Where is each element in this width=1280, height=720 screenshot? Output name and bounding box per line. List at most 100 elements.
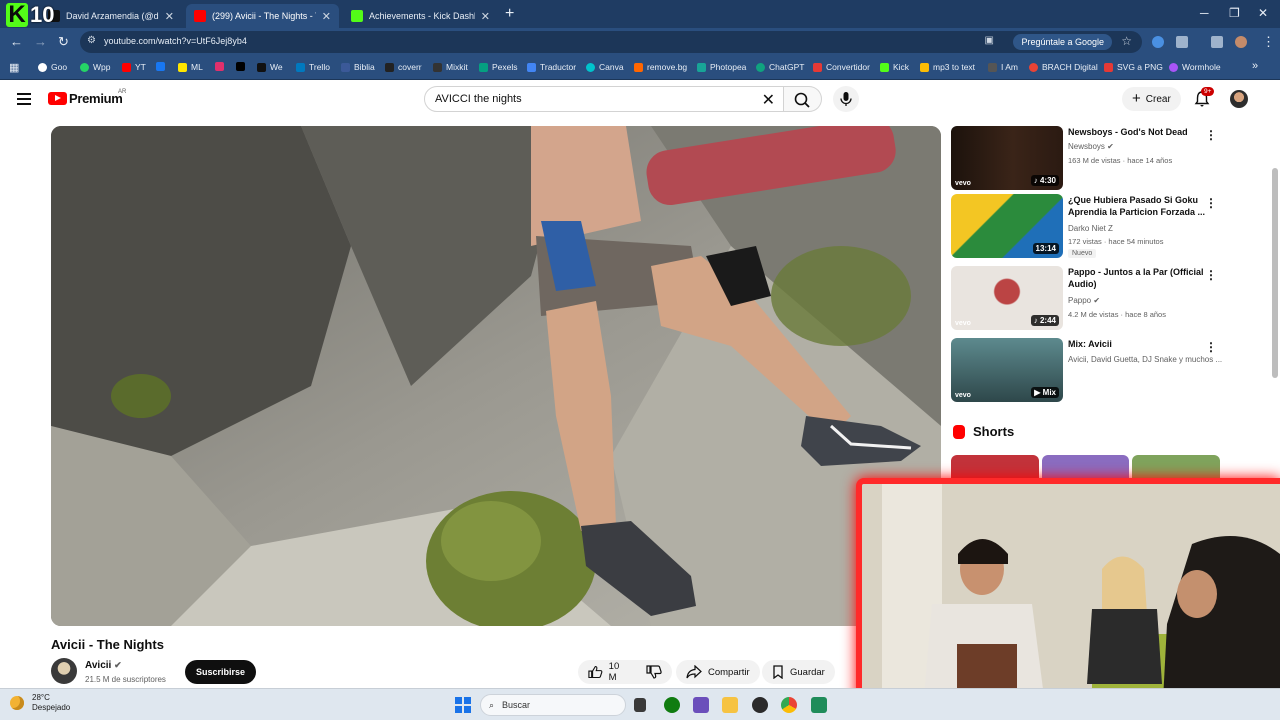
more-options-icon[interactable]: ⋮ [1205, 340, 1217, 354]
puzzle-icon[interactable] [1176, 36, 1188, 48]
weather-widget[interactable]: 28°C Despejado [10, 693, 70, 713]
channel-name[interactable]: Avicii ✔ [85, 660, 122, 671]
share-button[interactable]: Compartir [676, 660, 760, 684]
video-thumbnail[interactable]: vevo ▶ Mix [951, 338, 1063, 402]
bookmark-label: ML [191, 62, 203, 72]
tab-avicii-the-nights[interactable]: (299) Avicii - The Nights - YouT ✕ [186, 4, 339, 28]
video-duration: ♪ 4:30 [1030, 175, 1059, 186]
bookmark-item[interactable]: Convertidor [813, 62, 870, 72]
bookmark-item[interactable]: Wormhole [1169, 62, 1221, 72]
hamburger-menu-icon[interactable] [17, 93, 31, 105]
tab-kick-dashboard[interactable]: Achievements - Kick Dashboard ✕ [343, 4, 498, 28]
ask-google-button[interactable]: Pregúntale a Google [1013, 34, 1112, 50]
close-window-icon[interactable]: ✕ [1258, 6, 1268, 20]
bookmark-item[interactable]: BRACH Digital [1029, 62, 1098, 72]
bookmark-item[interactable]: mp3 to text [920, 62, 975, 72]
clear-search-icon[interactable]: ✕ [762, 90, 775, 110]
video-thumbnail[interactable]: vevo ♪ 4:30 [951, 126, 1063, 190]
video-thumbnail[interactable]: 13:14 [951, 194, 1063, 258]
reload-icon[interactable]: ↻ [58, 34, 69, 50]
bookmark-item[interactable]: YT [122, 62, 146, 72]
scrollbar[interactable] [1272, 168, 1278, 378]
bookmark-item[interactable]: Biblia [341, 62, 375, 72]
recommended-video[interactable]: vevo ♪ 2:44 Pappo - Juntos a la Par (Off… [951, 266, 1221, 330]
menu-dots-icon[interactable]: ⋮ [1262, 34, 1275, 50]
taskbar-search[interactable]: ⌕ Buscar [480, 694, 626, 716]
app-icon[interactable] [752, 697, 768, 713]
bookmark-item[interactable]: coverr [385, 62, 422, 72]
like-button[interactable]: 10 M [588, 661, 628, 683]
recommended-video[interactable]: 13:14 ¿Que Hubiera Pasado Si Goku Aprend… [951, 194, 1221, 258]
shorts-icon [953, 424, 965, 439]
plus-icon[interactable]: + [505, 5, 514, 23]
more-options-icon[interactable]: ⋮ [1205, 196, 1217, 210]
media-control-icon[interactable] [1211, 36, 1223, 48]
video-thumbnail[interactable]: vevo ♪ 2:44 [951, 266, 1063, 330]
bookmark-item[interactable]: Traductor [527, 62, 576, 72]
moon-icon [10, 696, 24, 710]
site-info-icon[interactable]: ⚙ [87, 35, 96, 46]
bookmark-item[interactable]: I Am [988, 62, 1018, 72]
create-button[interactable]: + Crear [1122, 87, 1181, 111]
chatgpt-icon [756, 62, 765, 72]
search-button[interactable] [784, 86, 822, 112]
profile-icon[interactable] [1235, 36, 1247, 48]
chrome-icon[interactable] [781, 697, 797, 713]
voice-search-button[interactable] [833, 86, 859, 112]
avatar[interactable] [1230, 90, 1248, 108]
recommended-video[interactable]: vevo ♪ 4:30 Newsboys - God's Not Dead Ne… [951, 126, 1221, 190]
bookmark-item[interactable] [236, 62, 249, 71]
bookmark-star-icon[interactable]: ☆ [1121, 34, 1132, 48]
close-tab-icon[interactable]: ✕ [322, 10, 331, 23]
url-text: youtube.com/watch?v=UtF6Jej8yb4 [104, 36, 247, 46]
notifications-button[interactable]: 9+ [1194, 87, 1215, 108]
xbox-icon[interactable] [664, 697, 680, 713]
youtube-play-icon [48, 92, 67, 105]
more-bookmarks-icon[interactable]: » [1252, 60, 1258, 72]
bookmark-item[interactable]: ML [178, 62, 203, 72]
bookmark-item[interactable]: We [257, 62, 283, 72]
bookmark-item[interactable]: Wpp [80, 62, 110, 72]
restore-icon[interactable]: ❐ [1229, 6, 1240, 20]
bookmark-item[interactable]: Kick [880, 62, 909, 72]
extension-icon[interactable] [1152, 36, 1164, 48]
dislike-button[interactable] [646, 665, 662, 679]
bookmark-item[interactable] [215, 62, 228, 71]
address-bar[interactable]: ⚙ youtube.com/watch?v=UtF6Jej8yb4 ▣ Preg… [80, 31, 1142, 53]
app-icon[interactable] [693, 697, 709, 713]
windows-start-icon[interactable] [455, 697, 471, 713]
bookmark-item[interactable] [156, 62, 169, 71]
back-icon[interactable]: ← [10, 34, 23, 49]
bookmark-favicon-icon [122, 62, 131, 72]
file-explorer-icon[interactable] [722, 697, 738, 713]
bookmark-item[interactable]: SVG a PNG [1104, 62, 1163, 72]
bookmark-item[interactable]: Pexels [479, 62, 518, 72]
video-player[interactable] [51, 126, 941, 626]
bookmark-label: We [270, 62, 283, 72]
subscribe-button[interactable]: Suscribirse [185, 660, 257, 684]
channel-avatar[interactable] [51, 658, 77, 684]
bookmark-item[interactable]: Mixkit [433, 62, 468, 72]
forward-icon[interactable]: → [34, 34, 47, 49]
bookmark-item[interactable]: Canva [586, 62, 624, 72]
close-tab-icon[interactable]: ✕ [481, 10, 490, 23]
youtube-premium-logo[interactable]: Premium AR [48, 89, 126, 106]
more-options-icon[interactable]: ⋮ [1205, 268, 1217, 282]
task-view-icon[interactable] [634, 698, 646, 712]
bookmark-item[interactable]: Trello [296, 62, 330, 72]
install-app-icon[interactable]: ▣ [985, 35, 994, 46]
close-tab-icon[interactable]: ✕ [165, 10, 174, 23]
recommended-mix[interactable]: vevo ▶ Mix Mix: Avicii Avicii, David Gue… [951, 338, 1222, 402]
search-input[interactable]: AVICCI the nights ✕ [424, 86, 784, 112]
bookmark-item[interactable]: ChatGPT [756, 62, 804, 72]
bookmark-item[interactable]: remove.bg [634, 62, 687, 72]
verified-icon: ✔ [114, 660, 122, 670]
bookmark-item[interactable]: Goo [38, 62, 67, 72]
save-button[interactable]: Guardar [762, 660, 835, 684]
minimize-icon[interactable]: ─ [1200, 6, 1209, 20]
bookmark-item[interactable]: Photopea [697, 62, 746, 72]
app-icon[interactable] [811, 697, 827, 713]
apps-grid-icon[interactable]: ▦ [9, 61, 19, 74]
more-options-icon[interactable]: ⋮ [1205, 128, 1217, 142]
like-count: 10 M [608, 661, 620, 683]
